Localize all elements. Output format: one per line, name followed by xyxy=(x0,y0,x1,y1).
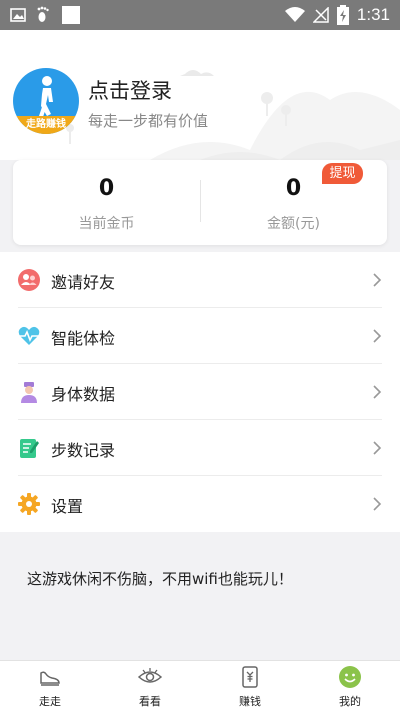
menu-item-label: 智能体检 xyxy=(51,329,116,348)
menu-item-invite-friends[interactable]: 邀请好友 xyxy=(0,252,400,308)
tab-label: 赚钱 xyxy=(239,695,261,708)
chevron-right-icon xyxy=(373,385,382,399)
menu-item-body-data[interactable]: 身体数据 xyxy=(0,364,400,420)
menu-item-label: 邀请好友 xyxy=(51,273,116,292)
login-title[interactable]: 点击登录 xyxy=(88,75,172,105)
footprint-icon xyxy=(37,6,49,22)
tab-earn[interactable]: 赚钱 xyxy=(200,661,300,710)
chevron-right-icon xyxy=(373,273,382,287)
tab-label: 我的 xyxy=(339,695,361,708)
menu-item-step-records[interactable]: 步数记录 xyxy=(0,420,400,476)
chevron-right-icon xyxy=(373,441,382,455)
gear-icon xyxy=(18,493,40,515)
tab-label: 看看 xyxy=(139,695,161,708)
image-icon xyxy=(10,8,26,22)
tab-watch[interactable]: 看看 xyxy=(100,661,200,710)
promo-text[interactable]: 这游戏休闲不伤脑，不用wifi也能玩儿！ xyxy=(27,568,293,589)
eye-icon xyxy=(138,668,162,683)
menu-item-settings[interactable]: 设置 xyxy=(0,476,400,532)
status-bar: 1:31 xyxy=(0,0,400,30)
tab-label: 走走 xyxy=(39,695,61,708)
square-icon xyxy=(62,6,80,24)
menu-item-label: 设置 xyxy=(51,497,84,516)
avatar[interactable]: 走路赚钱 xyxy=(13,68,79,134)
avatar-badge: 走路赚钱 xyxy=(13,116,79,134)
bottom-tab-bar: 走走 看看 赚钱 我的 xyxy=(0,660,400,710)
money-icon xyxy=(242,666,258,688)
login-subtitle: 每走一步都有价值 xyxy=(88,112,209,130)
clock: 1:31 xyxy=(356,5,390,24)
withdraw-button[interactable]: 提现 xyxy=(322,163,363,184)
battery-charging-icon xyxy=(336,5,349,25)
amount-label: 金额(元) xyxy=(267,216,320,232)
no-signal-icon xyxy=(312,7,329,23)
wifi-icon xyxy=(284,7,305,22)
chevron-right-icon xyxy=(373,497,382,511)
coins-stat[interactable]: 0 当前金币 xyxy=(13,160,200,245)
menu-item-label: 身体数据 xyxy=(51,385,116,404)
menu-item-label: 步数记录 xyxy=(51,441,116,460)
invite-friends-icon xyxy=(18,269,40,291)
nurse-icon xyxy=(21,382,37,403)
coins-label: 当前金币 xyxy=(78,216,135,232)
menu-item-health-check[interactable]: 智能体检 xyxy=(0,308,400,364)
shoe-icon xyxy=(40,671,60,686)
menu-list: 邀请好友 智能体检 身体数据 步数记录 设置 xyxy=(0,252,400,532)
coins-value: 0 xyxy=(98,176,115,201)
heart-pulse-icon xyxy=(18,326,40,345)
chevron-right-icon xyxy=(373,329,382,343)
notebook-icon xyxy=(20,439,39,458)
tab-walk[interactable]: 走走 xyxy=(0,661,100,710)
tab-mine[interactable]: 我的 xyxy=(300,661,400,710)
smiley-icon xyxy=(339,666,361,688)
